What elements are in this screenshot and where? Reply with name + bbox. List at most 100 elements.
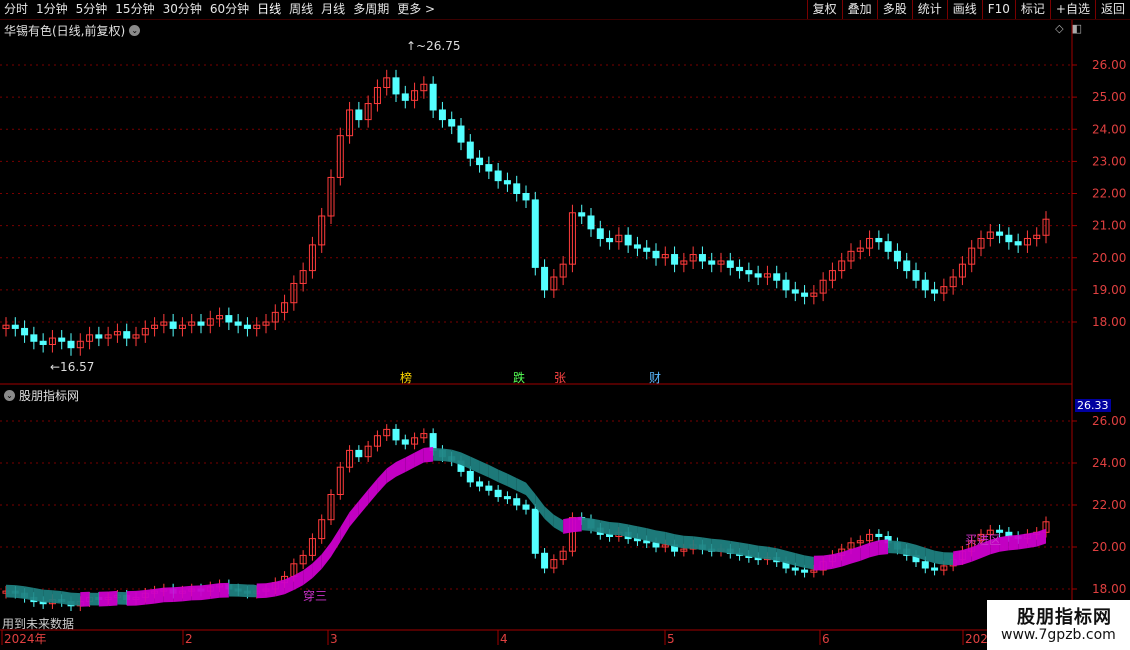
- candle-body: [736, 266, 744, 272]
- candle-body: [587, 215, 595, 230]
- time-axis-label: 2024年: [4, 632, 47, 646]
- indicator-band-segment: [293, 570, 304, 591]
- indicator-tick-label: 22.00: [1092, 498, 1126, 512]
- candle-body: [782, 279, 790, 291]
- candle-body: [541, 552, 549, 569]
- indicator-band-segment: [869, 540, 879, 558]
- indicator-band-segment: [89, 592, 99, 606]
- indicator-band-segment: [943, 552, 954, 566]
- indicator-band-segment: [906, 542, 916, 558]
- indicator-band-segment: [210, 583, 220, 600]
- price-tick-label: 22.00: [1092, 187, 1126, 201]
- indicator-band-segment: [126, 590, 136, 606]
- indicator-band-segment: [665, 531, 675, 547]
- candle-body: [401, 439, 409, 445]
- indicator-band-segment: [1027, 531, 1037, 549]
- indicator-band-segment: [386, 461, 396, 484]
- indicator-band-segment: [182, 585, 192, 602]
- price-tick-label: 25.00: [1092, 90, 1126, 104]
- indicator-tick-label: 26.00: [1092, 414, 1126, 428]
- candle-body: [884, 241, 892, 252]
- candle-body: [169, 321, 177, 329]
- indicator-band-segment: [275, 579, 285, 597]
- indicator-band-segment: [303, 563, 313, 586]
- indicator-band-segment: [618, 522, 629, 538]
- candle-body: [606, 237, 614, 243]
- indicator-band-segment: [786, 550, 796, 566]
- kline-chart[interactable]: 26.00 25.00 24.00 23.00 22.00 21.00 20.00 19.00…: [0, 0, 1130, 650]
- indicator-band-segment: [553, 514, 564, 533]
- candle-body: [633, 244, 641, 249]
- indicator-band-segment: [851, 546, 861, 564]
- indicator-band-segment: [934, 550, 944, 565]
- indicator-band-segment: [925, 547, 935, 564]
- indicator-band-segment: [860, 542, 870, 561]
- indicator-band-segment: [600, 520, 610, 535]
- candle-body: [652, 542, 660, 548]
- future-data-note: 用到未来数据: [2, 617, 75, 631]
- indicator-band-segment: [414, 447, 424, 468]
- indicator-band-segment: [136, 589, 146, 606]
- price-tick-label: 23.00: [1092, 154, 1126, 168]
- indicator-band-segment: [201, 584, 211, 601]
- event-marker: 财: [649, 371, 661, 385]
- event-marker: 张: [554, 371, 566, 385]
- high-price-label: ↑~26.75: [406, 39, 460, 53]
- candle-body: [392, 77, 400, 95]
- candle-body: [708, 260, 716, 265]
- indicator-band-segment: [878, 539, 889, 555]
- indicator-band-segment: [498, 469, 508, 487]
- low-price-label: ←16.57: [50, 360, 94, 374]
- indicator-band-segment: [795, 553, 805, 568]
- candle-body: [485, 164, 493, 172]
- indicator-band-segment: [683, 535, 694, 549]
- indicator-band-segment: [117, 591, 127, 605]
- candle-body: [392, 428, 400, 441]
- indicator-band-segment: [581, 517, 591, 532]
- candle-body: [624, 234, 632, 246]
- candle-body: [643, 247, 651, 252]
- indicator-band-segment: [804, 555, 814, 570]
- candle-body: [225, 315, 233, 323]
- event-marker: 跌: [513, 370, 525, 385]
- indicator-band-segment: [71, 592, 81, 606]
- indicator-band-segment: [284, 575, 294, 595]
- candle-body: [95, 334, 103, 339]
- indicator-band-segment: [953, 550, 963, 567]
- candle-body: [596, 228, 604, 239]
- time-axis-label: 6: [822, 632, 830, 646]
- indicator-band-segment: [488, 464, 499, 483]
- indicator-band-segment: [609, 521, 619, 536]
- watermark-title: 股朋指标网: [1017, 607, 1112, 628]
- signal-label: 穿三: [303, 588, 327, 603]
- indicator-band-segment: [15, 585, 25, 599]
- watermark-url: www.7gpzb.com: [1001, 627, 1116, 643]
- indicator-band-segment: [776, 548, 786, 564]
- indicator-band-segment: [247, 584, 257, 598]
- indicator-band-segment: [331, 527, 341, 557]
- indicator-band-segment: [1036, 528, 1046, 547]
- candle-body: [522, 193, 530, 201]
- indicator-band-segment: [813, 555, 824, 571]
- indicator-band-segment: [832, 551, 842, 569]
- indicator-band-segment: [591, 518, 601, 533]
- candle-body: [355, 109, 363, 121]
- candle-body: [531, 508, 539, 554]
- candle-body: [67, 340, 75, 349]
- candle-body: [39, 340, 47, 345]
- candle-body: [996, 529, 1004, 533]
- watermark: 股朋指标网 www.7gpzb.com: [987, 600, 1130, 650]
- candle-body: [457, 125, 465, 143]
- indicator-band-segment: [823, 554, 833, 571]
- candle-body: [476, 157, 484, 166]
- indicator-band-segment: [228, 583, 239, 597]
- candle-body: [791, 289, 799, 294]
- candle-body: [931, 289, 939, 294]
- indicator-band-segment: [98, 591, 109, 607]
- candle-body: [996, 231, 1004, 236]
- indicator-band-segment: [739, 542, 749, 557]
- candle-body: [448, 119, 456, 127]
- indicator-band-segment: [6, 584, 16, 598]
- candle-body: [58, 337, 66, 342]
- indicator-band-segment: [646, 528, 656, 543]
